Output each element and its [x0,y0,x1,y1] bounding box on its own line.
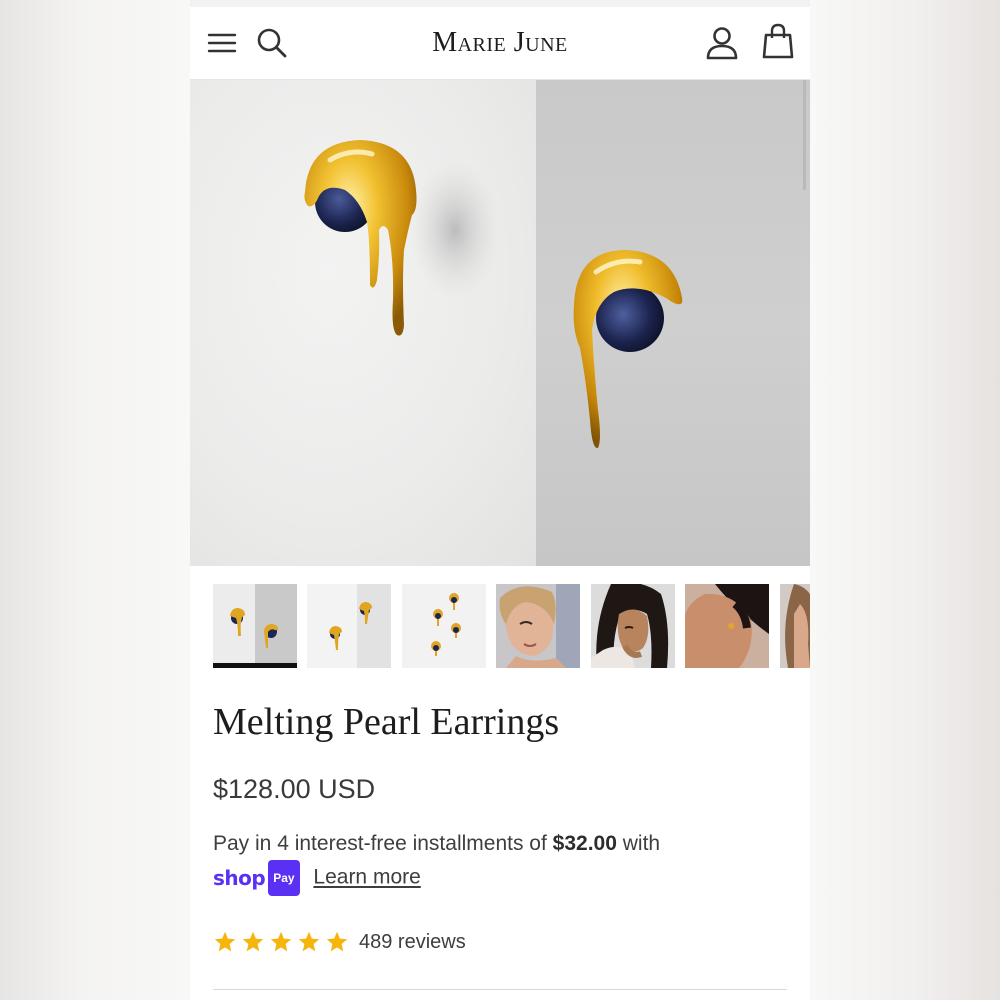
product-image-main [190,80,536,566]
product-title: Melting Pearl Earrings [213,701,560,743]
star-icon [270,931,292,952]
thumb-earrings-pair[interactable] [213,584,297,668]
active-thumb-indicator [213,663,297,668]
star-icon [242,931,264,952]
star-rating[interactable]: 489 reviews [213,930,466,954]
section-divider [213,989,787,990]
shop-pay-badge: Pay [268,860,300,896]
installment-amount: $32.00 [552,832,617,855]
shop-pay-logo: shop Pay [213,860,300,896]
thumb-model-2[interactable] [591,584,675,668]
installment-text: Pay in 4 interest-free installments of [213,832,547,855]
thumb-model-4[interactable] [780,584,810,668]
thumb-earrings-white[interactable] [307,584,391,668]
installment-suffix: with [622,832,661,855]
thumb-model-3[interactable] [685,584,769,668]
shop-pay-installments: Pay in 4 interest-free installments of $… [213,828,793,896]
thumbnail-strip[interactable] [190,584,810,670]
product-price: $128.00 USD [213,774,376,804]
bag-icon[interactable] [758,21,798,61]
gallery-scroll-indicator [803,80,806,190]
thumb-earrings-group[interactable] [402,584,486,668]
reviews-count[interactable]: 489 reviews [359,931,466,954]
shop-pay-wordmark: shop [213,866,266,890]
thumb-model-1[interactable] [496,584,580,668]
star-icon [326,931,348,952]
product-page: Marie June Melting Pearl Earrings $128.0… [190,0,810,1000]
site-header: Marie June [190,7,810,80]
account-icon[interactable] [702,23,742,63]
learn-more-link[interactable]: Learn more [313,866,420,889]
status-strip [190,0,810,7]
star-icon [298,931,320,952]
product-image-secondary [536,80,810,566]
star-icon [214,931,236,952]
product-image-gallery[interactable] [190,80,810,566]
